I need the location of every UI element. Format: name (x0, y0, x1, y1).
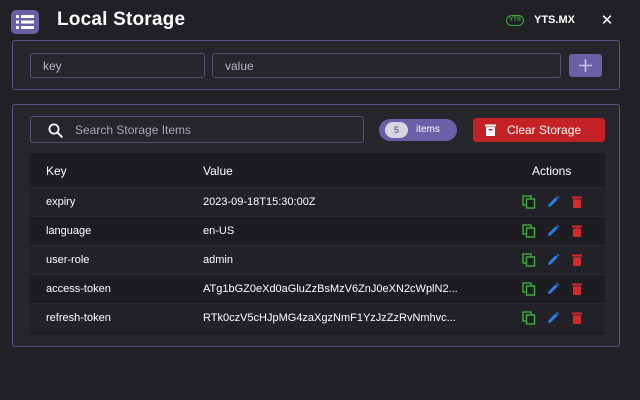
value-input[interactable] (212, 53, 561, 78)
storage-table: Key Value Actions expiry 2023-09-18T15:3… (30, 153, 605, 335)
delete-icon[interactable] (570, 282, 584, 296)
table-row: expiry 2023-09-18T15:30:00Z (30, 187, 605, 216)
table-header: Key Value Actions (30, 153, 605, 187)
item-count-number: 5 (385, 122, 408, 138)
column-header-value: Value (203, 164, 233, 178)
edit-icon[interactable] (546, 224, 560, 238)
plus-icon (578, 58, 593, 73)
storage-items-panel: 5 items Clear Storage Key Value Actions … (12, 104, 620, 347)
search-input[interactable] (75, 117, 355, 142)
trash-icon (485, 124, 496, 136)
copy-icon[interactable] (522, 195, 536, 209)
close-button[interactable]: ✕ (599, 13, 615, 29)
row-key: language (46, 225, 91, 237)
clear-storage-button[interactable]: Clear Storage (473, 118, 605, 142)
copy-icon[interactable] (522, 311, 536, 325)
column-header-actions: Actions (532, 164, 571, 178)
row-key: expiry (46, 196, 75, 208)
table-row: refresh-token RTk0czV5cHJpMG4zaXgzNmF1Yz… (30, 303, 605, 332)
clear-storage-label: Clear Storage (507, 123, 581, 137)
add-item-button[interactable] (569, 54, 602, 77)
row-value: 2023-09-18T15:30:00Z (203, 196, 495, 208)
table-row: language en-US (30, 216, 605, 245)
row-key: access-token (46, 283, 111, 295)
edit-icon[interactable] (546, 253, 560, 267)
copy-icon[interactable] (522, 253, 536, 267)
table-row: access-token ATg1bGZ0eXd0aGluZzBsMzV6ZnJ… (30, 274, 605, 303)
page-title: Local Storage (57, 9, 185, 31)
edit-icon[interactable] (546, 311, 560, 325)
delete-icon[interactable] (570, 195, 584, 209)
row-key: user-role (46, 254, 89, 266)
site-logo: YTS (506, 15, 524, 26)
search-box[interactable] (30, 116, 364, 143)
item-count-label: items (416, 124, 440, 135)
edit-icon[interactable] (546, 195, 560, 209)
key-input[interactable] (30, 53, 205, 78)
row-value: admin (203, 254, 495, 266)
row-value: RTk0czV5cHJpMG4zaXgzNmF1YzJzZzRvNmhvc... (203, 312, 495, 324)
site-name: YTS.MX (534, 14, 575, 26)
column-header-key: Key (46, 164, 67, 178)
edit-icon[interactable] (546, 282, 560, 296)
row-key: refresh-token (46, 312, 111, 324)
table-row: user-role admin (30, 245, 605, 274)
copy-icon[interactable] (522, 282, 536, 296)
add-item-panel (12, 40, 620, 90)
row-value: ATg1bGZ0eXd0aGluZzBsMzV6ZnJ0eXN2cWplN2..… (203, 283, 495, 295)
delete-icon[interactable] (570, 311, 584, 325)
row-value: en-US (203, 225, 495, 237)
header: Local Storage YTS YTS.MX ✕ (0, 0, 640, 40)
item-count-badge: 5 items (379, 119, 457, 141)
storage-list-icon (11, 10, 39, 34)
copy-icon[interactable] (522, 224, 536, 238)
delete-icon[interactable] (570, 224, 584, 238)
delete-icon[interactable] (570, 253, 584, 267)
search-icon (48, 123, 63, 138)
